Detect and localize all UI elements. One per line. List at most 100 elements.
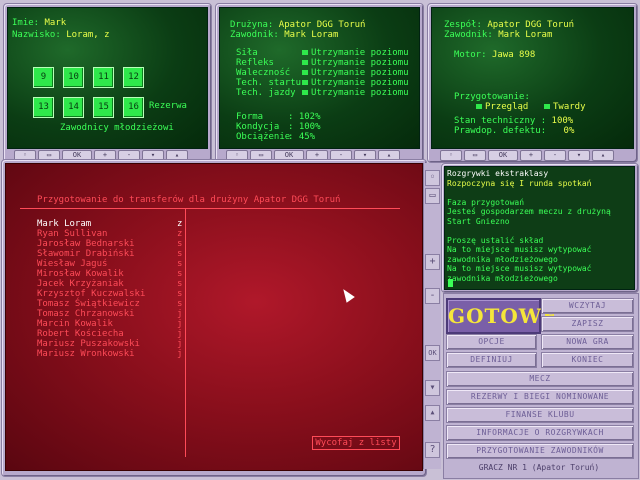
nazwisko-label: Nazwisko: bbox=[12, 30, 61, 40]
text-cursor bbox=[448, 279, 453, 287]
przygotowanie-button[interactable]: PRZYGOTOWANIE ZAWODNIKÓW bbox=[446, 443, 634, 459]
player-name[interactable]: Sławomir Drabiński bbox=[37, 249, 135, 259]
zespol-label: Zespół: bbox=[444, 20, 482, 30]
stat-value: : 102% bbox=[288, 112, 321, 122]
player-type: s bbox=[177, 279, 183, 289]
slot-9[interactable]: 9 bbox=[33, 67, 54, 88]
zapisz-button[interactable]: ZAPISZ bbox=[541, 316, 634, 332]
stat-name: Forma bbox=[236, 112, 264, 122]
zespol-value: Apator DGG Toruń bbox=[487, 20, 575, 30]
player-name[interactable]: Mark Loram bbox=[37, 219, 91, 229]
player-name[interactable]: Marcin Kowalik bbox=[37, 319, 113, 329]
player-name[interactable]: Tomasz Chrzanowski bbox=[37, 309, 135, 319]
slot-11[interactable]: 11 bbox=[93, 67, 114, 88]
slot-10[interactable]: 10 bbox=[63, 67, 84, 88]
stat-value: : 100% bbox=[288, 122, 321, 132]
toolbar-ok-button[interactable]: OK bbox=[488, 150, 518, 161]
mouse-cursor-icon bbox=[339, 286, 355, 303]
side-help-button[interactable]: ? bbox=[425, 442, 440, 458]
slot-16[interactable]: 16 bbox=[123, 97, 144, 118]
right-panel-screen: Zespół: Apator DGG Toruń Zawodnik: Mark … bbox=[431, 7, 634, 149]
toolbar-plus-button[interactable]: + bbox=[520, 150, 542, 161]
imie-value: Mark bbox=[44, 18, 67, 28]
slot-15[interactable]: 15 bbox=[93, 97, 114, 118]
player-name[interactable]: Tomasz Świątkiewicz bbox=[37, 299, 140, 309]
finanse-button[interactable]: FINANSE KLUBU bbox=[446, 407, 634, 423]
message-line: Rozgrywki ekstraklasy bbox=[447, 169, 549, 178]
mecz-button[interactable]: MECZ bbox=[446, 371, 634, 387]
przygotowanie-label: Przygotowanie: bbox=[454, 92, 530, 102]
skill-name: Tech. jazdy bbox=[236, 88, 296, 98]
side-down-button[interactable]: ▾ bbox=[425, 380, 440, 396]
right-panel-toolbar: ◦ ▭ OK + - ▾ ▴ bbox=[440, 150, 614, 161]
player-name[interactable]: Jarosław Bednarski bbox=[37, 239, 135, 249]
message-panel-screen: Rozgrywki ekstraklasy Rozpoczyna się I r… bbox=[444, 166, 635, 290]
twardy-option[interactable]: Twardy bbox=[553, 102, 586, 112]
slot-14[interactable]: 14 bbox=[63, 97, 84, 118]
side-ok-button[interactable]: OK bbox=[425, 345, 440, 361]
player-type: s bbox=[177, 299, 183, 309]
player-name[interactable]: Robert Kościecha bbox=[37, 329, 124, 339]
side-minus-button[interactable]: - bbox=[425, 288, 440, 304]
skill-value[interactable]: Utrzymanie poziomu bbox=[311, 78, 409, 88]
message-line: Na to miejsce musisz wytypować bbox=[447, 264, 592, 273]
skill-name: Siła bbox=[236, 48, 258, 58]
rezerwa-label: Rezerwa bbox=[149, 101, 187, 111]
przeglad-option[interactable]: Przegląd bbox=[485, 102, 528, 112]
player-name[interactable]: Ryan Sullivan bbox=[37, 229, 107, 239]
side-plus-button[interactable]: + bbox=[425, 254, 440, 270]
middle-panel-screen: Drużyna: Apator DGG Toruń Zawodnik: Mark… bbox=[219, 7, 420, 149]
toolbar-window-button[interactable]: ▭ bbox=[464, 150, 486, 161]
message-line: Rozpoczyna się I runda spotkań bbox=[447, 178, 592, 188]
player-type: j bbox=[177, 349, 183, 359]
left-panel-screen: Imie: Mark Nazwisko: Loram, z 9 10 11 12… bbox=[7, 7, 208, 149]
player-name[interactable]: Mariusz Puszakowski bbox=[37, 339, 140, 349]
stan-label: Stan techniczny : bbox=[454, 116, 547, 126]
message-line: Start Gniezno bbox=[447, 216, 510, 226]
player-status: GRACZ NR 1 (Apator Toruń) bbox=[478, 463, 600, 472]
juniors-label: Zawodnicy młodzieżowi bbox=[60, 123, 174, 133]
player-type: j bbox=[177, 309, 183, 319]
definiuj-button[interactable]: DEFINIUJ bbox=[446, 352, 537, 368]
player-type: s bbox=[177, 289, 183, 299]
player-type: z bbox=[177, 229, 183, 239]
player-type: s bbox=[177, 259, 183, 269]
rezerwy-button[interactable]: REZERWY I BIEGI NOMINOWANE bbox=[446, 389, 634, 405]
player-type: j bbox=[177, 319, 183, 329]
message-line bbox=[447, 188, 611, 198]
nowa-gra-button[interactable]: NOWA GRA bbox=[541, 334, 634, 350]
message-line bbox=[447, 226, 611, 236]
message-line: Faza przygotowań bbox=[447, 197, 525, 207]
koniec-button[interactable]: KONIEC bbox=[541, 352, 634, 368]
druzyna-value: Apator DGG Toruń bbox=[278, 20, 366, 30]
toolbar-up-button[interactable]: ▴ bbox=[592, 150, 614, 161]
toolbar-down-button[interactable]: ▾ bbox=[568, 150, 590, 161]
skill-name: Tech. startu bbox=[236, 78, 302, 88]
stan-value: 100% bbox=[551, 116, 574, 126]
skill-value[interactable]: Utrzymanie poziomu bbox=[311, 68, 409, 78]
player-type: s bbox=[177, 239, 183, 249]
player-type: z bbox=[177, 219, 183, 229]
slot-13[interactable]: 13 bbox=[33, 97, 54, 118]
slot-12[interactable]: 12 bbox=[123, 67, 144, 88]
skill-value[interactable]: Utrzymanie poziomu bbox=[311, 48, 409, 58]
side-window-button[interactable]: ▭ bbox=[425, 188, 440, 204]
toolbar-minus-button[interactable]: - bbox=[544, 150, 566, 161]
informacje-button[interactable]: INFORMACJE O ROZGRYWKACH bbox=[446, 425, 634, 441]
skill-value[interactable]: Utrzymanie poziomu bbox=[311, 88, 409, 98]
toolbar-circle-button[interactable]: ◦ bbox=[440, 150, 462, 161]
skill-value[interactable]: Utrzymanie poziomu bbox=[311, 58, 409, 68]
player-name[interactable]: Jacek Krzyżaniak bbox=[37, 279, 124, 289]
gotowe-button[interactable]: GOTOWE bbox=[446, 298, 558, 334]
opcje-button[interactable]: OPCJE bbox=[446, 334, 537, 350]
withdraw-button[interactable]: Wycofaj z listy bbox=[312, 436, 400, 450]
player-name[interactable]: Krzysztof Kuczwalski bbox=[37, 289, 145, 299]
side-up-button[interactable]: ▴ bbox=[425, 405, 440, 421]
player-name[interactable]: Mirosław Kowalik bbox=[37, 269, 124, 279]
side-circle-button[interactable]: ◦ bbox=[425, 170, 440, 186]
player-name[interactable]: Mariusz Wronkowski bbox=[37, 349, 135, 359]
wczytaj-button[interactable]: WCZYTAJ bbox=[541, 298, 634, 314]
player-name[interactable]: Wiesław Jaguś bbox=[37, 259, 107, 269]
message-line: zawodnika młodzieżowego bbox=[447, 254, 558, 264]
druzyna-label: Drużyna: bbox=[230, 20, 274, 30]
